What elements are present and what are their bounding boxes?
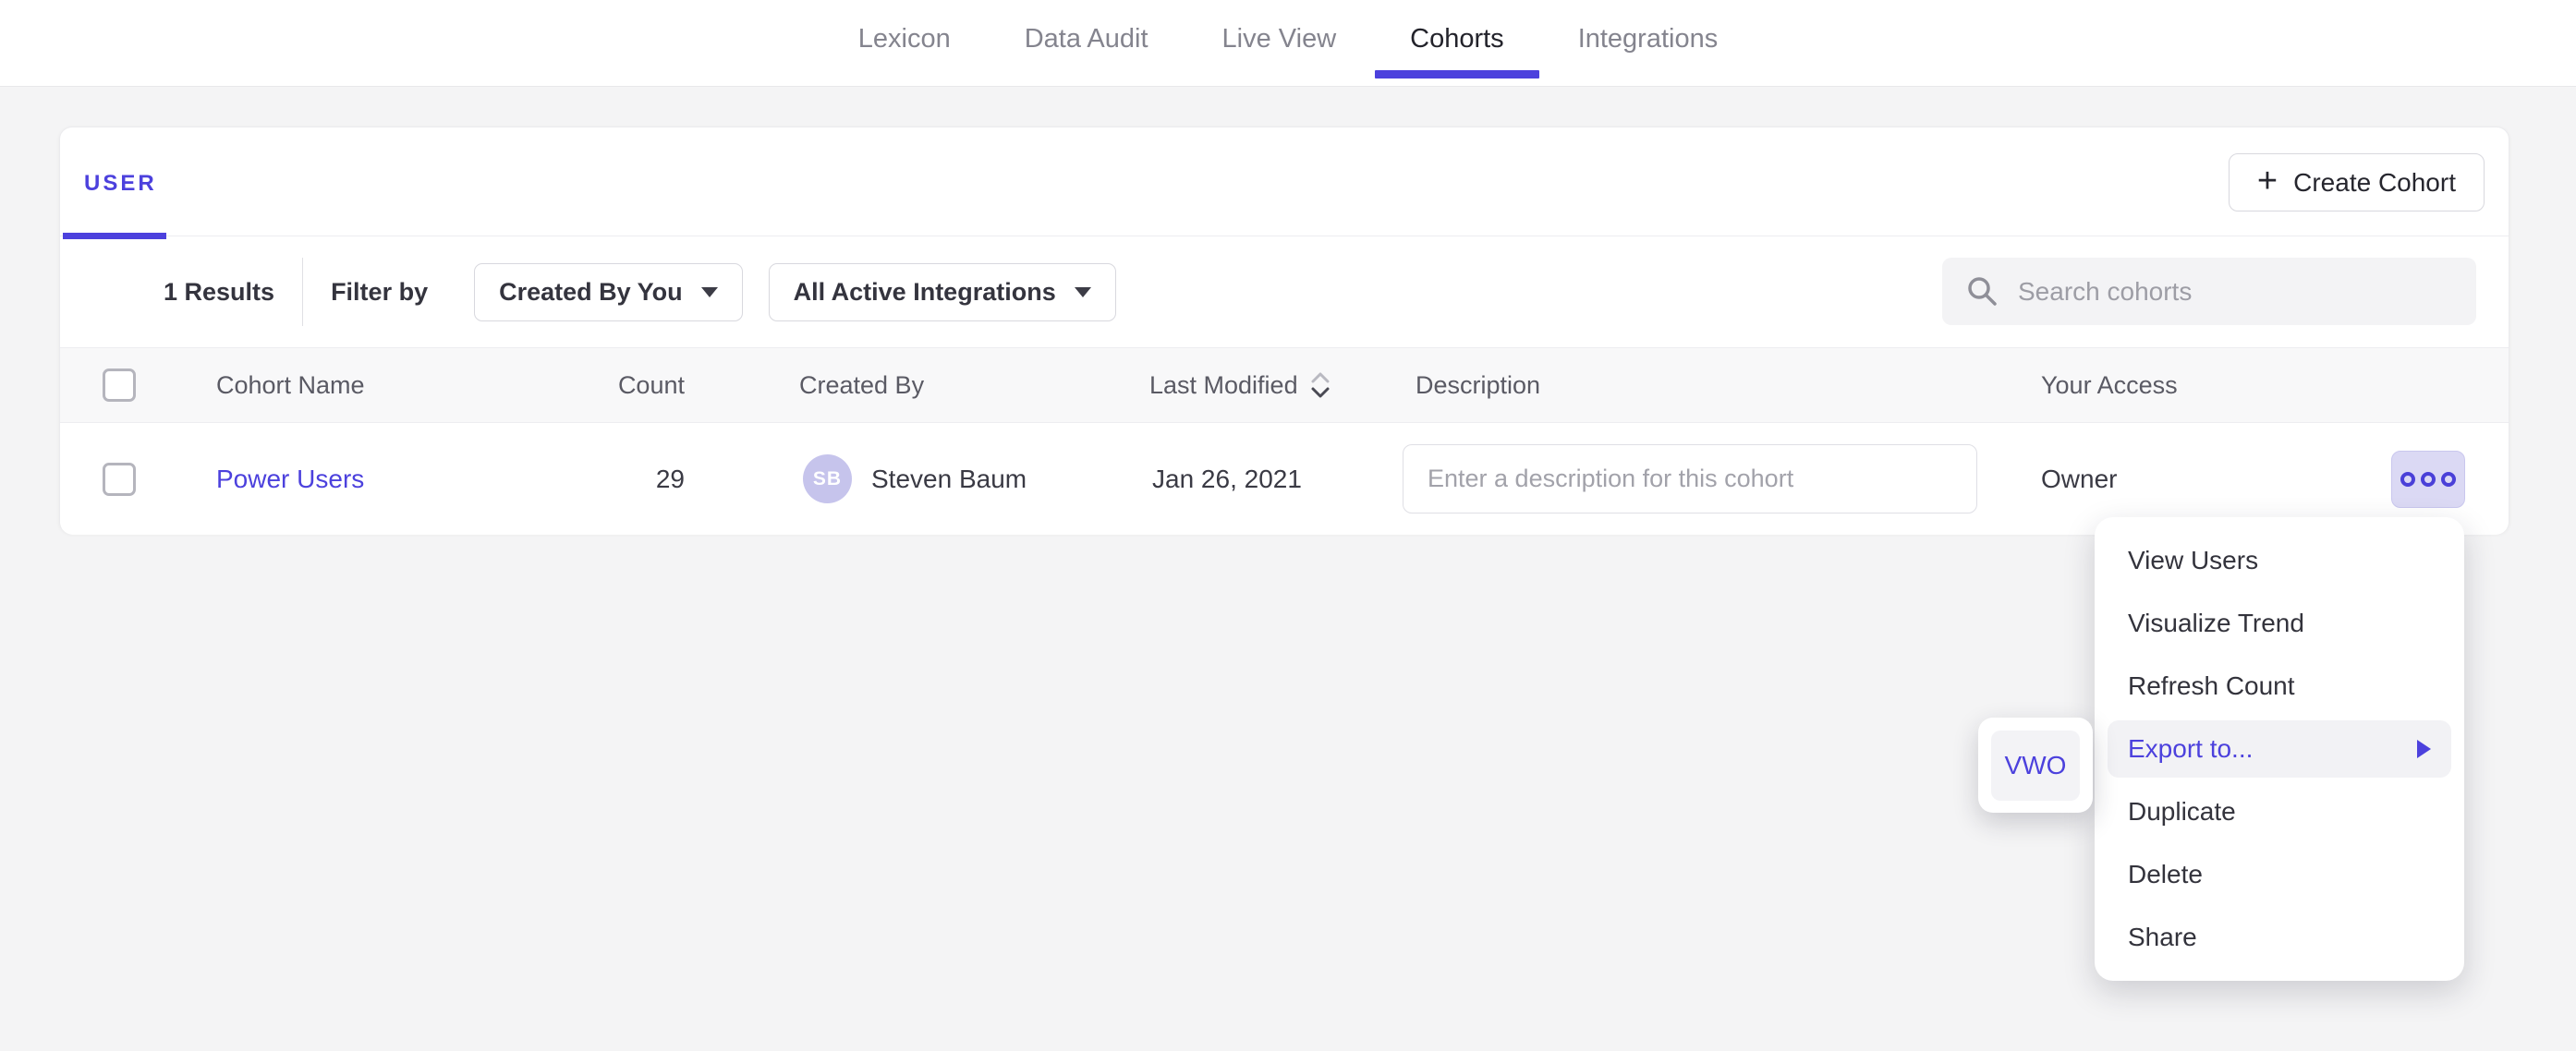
- menu-item-view-users[interactable]: View Users: [2095, 529, 2464, 592]
- export-option-vwo[interactable]: VWO: [1991, 731, 2080, 801]
- card-header: USER + Create Cohort: [60, 127, 2509, 236]
- chevron-down-icon: [1075, 287, 1091, 297]
- created-by-name: Steven Baum: [871, 423, 1027, 535]
- menu-item-export-to-label: Export to...: [2128, 734, 2253, 764]
- search-icon: [1966, 275, 1999, 308]
- header-cohort-name: Cohort Name: [216, 348, 365, 422]
- menu-item-share[interactable]: Share: [2095, 906, 2464, 969]
- filter-row: 1 Results Filter by Created By You All A…: [60, 236, 2509, 347]
- header-created-by: Created By: [799, 348, 924, 422]
- create-cohort-label: Create Cohort: [2293, 168, 2456, 198]
- header-last-modified[interactable]: Last Modified: [1149, 348, 1331, 422]
- sort-icon[interactable]: [1309, 369, 1331, 401]
- tab-cohorts[interactable]: Cohorts: [1410, 0, 1504, 79]
- last-modified-date: Jan 26, 2021: [1152, 423, 1302, 535]
- row-actions-menu: View Users Visualize Trend Refresh Count…: [2095, 517, 2464, 981]
- created-by-dropdown[interactable]: Created By You: [474, 263, 743, 321]
- search-input[interactable]: [2018, 277, 2452, 307]
- active-tab-underline: [1375, 70, 1539, 79]
- cohorts-card: USER + Create Cohort 1 Results Filter by…: [59, 127, 2509, 534]
- tab-cohorts-label: Cohorts: [1410, 24, 1504, 54]
- vertical-divider: [302, 258, 303, 326]
- more-options-icon: [2421, 472, 2436, 487]
- description-input[interactable]: [1403, 444, 1977, 513]
- menu-item-duplicate[interactable]: Duplicate: [2095, 780, 2464, 843]
- plus-icon: +: [2257, 163, 2278, 199]
- tab-lexicon[interactable]: Lexicon: [858, 0, 951, 79]
- integrations-dropdown-label: All Active Integrations: [794, 278, 1056, 307]
- menu-item-refresh-count[interactable]: Refresh Count: [2095, 655, 2464, 718]
- cohort-name-link[interactable]: Power Users: [216, 465, 364, 494]
- tab-integrations[interactable]: Integrations: [1578, 0, 1719, 79]
- nav-tabs: Lexicon Data Audit Live View Cohorts Int…: [0, 0, 2576, 86]
- more-options-icon: [2441, 472, 2456, 487]
- chevron-down-icon: [701, 287, 718, 297]
- submenu-arrow-icon: [2417, 740, 2431, 758]
- integrations-dropdown[interactable]: All Active Integrations: [769, 263, 1116, 321]
- created-by-dropdown-label: Created By You: [499, 278, 683, 307]
- tab-live-view[interactable]: Live View: [1222, 0, 1337, 79]
- select-all-checkbox[interactable]: [103, 368, 136, 402]
- results-count: 1 Results: [164, 278, 274, 307]
- export-submenu: VWO: [1978, 718, 2093, 813]
- header-last-modified-label: Last Modified: [1149, 371, 1298, 400]
- menu-item-visualize-trend[interactable]: Visualize Trend: [2095, 592, 2464, 655]
- header-your-access: Your Access: [2041, 348, 2178, 422]
- table-header: Cohort Name Count Created By Last Modifi…: [60, 347, 2509, 423]
- tab-data-audit[interactable]: Data Audit: [1025, 0, 1148, 79]
- filter-by-label: Filter by: [331, 278, 428, 307]
- more-options-icon: [2400, 472, 2415, 487]
- top-nav-bar: Lexicon Data Audit Live View Cohorts Int…: [0, 0, 2576, 87]
- cohorts-page: Lexicon Data Audit Live View Cohorts Int…: [0, 0, 2576, 1051]
- header-description: Description: [1416, 348, 1540, 422]
- menu-item-delete[interactable]: Delete: [2095, 843, 2464, 906]
- cohort-count: 29: [504, 423, 685, 535]
- header-count: Count: [504, 348, 685, 422]
- menu-item-export-to[interactable]: Export to...: [2108, 720, 2451, 778]
- create-cohort-button[interactable]: + Create Cohort: [2229, 153, 2485, 211]
- row-actions-button[interactable]: [2391, 451, 2465, 508]
- tab-user[interactable]: USER: [84, 171, 157, 197]
- search-box[interactable]: [1942, 258, 2476, 325]
- avatar: SB: [803, 454, 852, 503]
- row-checkbox[interactable]: [103, 463, 136, 496]
